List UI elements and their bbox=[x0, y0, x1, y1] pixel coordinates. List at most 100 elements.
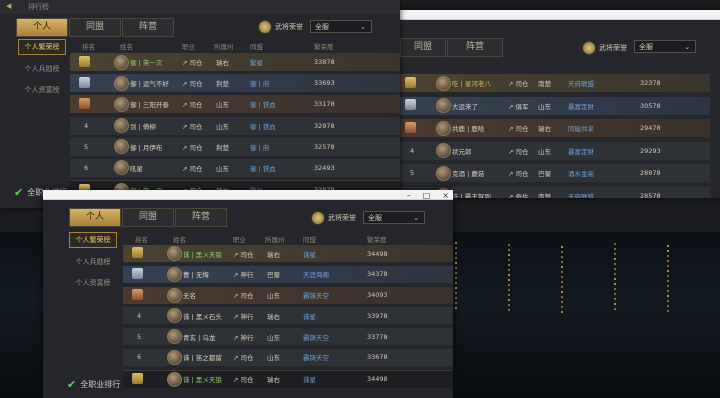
table-row[interactable]: 诛 | 黑メ天狼 ↗ 司仓 瑞右 诛星 34498 bbox=[123, 245, 453, 262]
alliance-cell: 天府联盟 bbox=[568, 80, 594, 88]
tab-alliance[interactable]: 同盟 bbox=[122, 208, 174, 227]
honor-label: 武将荣誉 bbox=[258, 20, 303, 34]
avatar[interactable] bbox=[167, 349, 182, 365]
class-icon: ↗ bbox=[182, 101, 190, 110]
rank-cell: 4 bbox=[137, 311, 142, 320]
rank-cell: 4 bbox=[410, 146, 415, 155]
player-name: 御 | 三阳开泰 bbox=[130, 101, 169, 110]
my-rank-row[interactable]: 诛 | 黑メ天狼 ↗ 司仓 瑞右 诛星 34498 bbox=[123, 369, 453, 388]
state-cell: 山东 bbox=[216, 122, 229, 131]
menu-item-wealth[interactable]: 个人资富榜 bbox=[18, 83, 66, 97]
server-filter-select[interactable]: 全服 ⌄ bbox=[634, 40, 696, 53]
avatar[interactable] bbox=[436, 165, 451, 181]
avatar[interactable] bbox=[167, 266, 182, 282]
rank-badge-icon bbox=[132, 247, 143, 258]
state-cell: 瑞右 bbox=[216, 59, 229, 67]
menu-item-prosperity[interactable]: 个人繁荣榜 bbox=[69, 232, 117, 248]
menu-item-military[interactable]: 个人兵勋榜 bbox=[18, 62, 66, 76]
class-cell: ↗ 俱军 bbox=[508, 101, 529, 111]
table-row[interactable]: 6 诛 | 笛之都留 ↗ 司仓 山东 霸铸天空 33678 bbox=[123, 348, 453, 366]
table-row[interactable]: 御 | 三阳开泰 ↗ 司仓 山东 御 | 铁血 33178 bbox=[70, 95, 400, 114]
class-icon: ↗ bbox=[233, 250, 241, 259]
class-cell: ↗ 司仓 bbox=[508, 123, 529, 133]
avatar[interactable] bbox=[436, 143, 451, 158]
avatar[interactable] bbox=[167, 371, 182, 387]
alliance-cell: 霸铸天空 bbox=[303, 333, 329, 342]
window-titlebar bbox=[400, 10, 720, 20]
state-cell: 山东 bbox=[538, 102, 551, 111]
rank-badge-icon bbox=[405, 121, 416, 133]
rank-cell bbox=[79, 97, 90, 111]
class-label: 司仓 bbox=[515, 170, 529, 178]
ranking-window-alliance: 同盟 阵营 武将荣誉 全服 ⌄ 吃 | 星河老八 ↗ 司仓 南楚 天府联盟 32378 大运… bbox=[400, 10, 720, 198]
rank-badge-icon bbox=[79, 76, 90, 88]
prosperity-value: 32493 bbox=[314, 163, 335, 172]
tab-alliance[interactable]: 同盟 bbox=[400, 38, 446, 57]
tab-alliance[interactable]: 同盟 bbox=[69, 18, 121, 37]
rank-cell bbox=[132, 372, 143, 386]
close-icon[interactable]: × bbox=[442, 191, 449, 200]
table-row[interactable]: 4 诛 | 黑メ石头 ↗ 神行 瑞右 诛星 33978 bbox=[123, 307, 453, 325]
avatar[interactable] bbox=[114, 54, 129, 70]
table-row[interactable]: 5 青玄 | 乌龙 ↗ 神行 山东 霸铸天空 33778 bbox=[123, 328, 453, 346]
table-row[interactable]: 御 | 笑一次 ↗ 司仓 瑞右 繁星 33878 bbox=[70, 53, 400, 71]
avatar[interactable] bbox=[114, 96, 129, 112]
table-row[interactable]: 共鹿 | 鹿哈 ↗ 司仓 瑞右 同能共享 29478 bbox=[400, 119, 710, 137]
class-label: 司仓 bbox=[189, 80, 203, 89]
avatar[interactable] bbox=[114, 139, 129, 155]
avatar[interactable] bbox=[167, 287, 182, 303]
ranking-window-personal-top: ◀ 排行榜 个人 同盟 阵营 武将荣誉 全服 ⌄ 个人繁荣榜 个人兵勋榜 个人资富… bbox=[0, 0, 400, 208]
menu-item-prosperity[interactable]: 个人繁荣榜 bbox=[18, 39, 66, 55]
class-cell: ↗ 司仓 bbox=[182, 57, 203, 67]
alliance-cell: 天府联盟 bbox=[568, 192, 594, 199]
tab-personal[interactable]: 个人 bbox=[16, 18, 68, 37]
avatar[interactable] bbox=[167, 246, 182, 261]
avatar[interactable] bbox=[114, 75, 129, 91]
player-name: 剑 | 倚柳 bbox=[130, 122, 156, 131]
tab-faction[interactable]: 阵营 bbox=[122, 18, 174, 37]
tab-faction[interactable]: 阵营 bbox=[447, 38, 503, 57]
class-label: 神行 bbox=[240, 312, 254, 321]
menu-item-military[interactable]: 个人兵勋榜 bbox=[69, 255, 117, 269]
table-row[interactable]: 4 状元郎 ↗ 司仓 山东 暴富定财 29293 bbox=[400, 141, 710, 160]
table-row[interactable]: 5 御 | 月伊布 ↗ 司仓 荆楚 御 | 府 32578 bbox=[70, 137, 400, 156]
all-class-rank-toggle[interactable]: ✔全职业排行 bbox=[67, 378, 120, 391]
minimize-icon[interactable]: – bbox=[407, 191, 411, 200]
honor-label: 武将荣誉 bbox=[311, 211, 356, 225]
column-header-prosperity: 繁荣度 bbox=[367, 236, 387, 244]
rank-cell: 5 bbox=[410, 169, 415, 177]
avatar[interactable] bbox=[436, 120, 451, 136]
rank-badge-icon bbox=[79, 97, 90, 109]
rank-cell: 5 bbox=[137, 332, 142, 341]
chevron-down-icon: ⌄ bbox=[360, 23, 366, 31]
honor-label: 武将荣誉 bbox=[582, 41, 627, 55]
avatar[interactable] bbox=[114, 118, 129, 134]
class-cell: ↗ 神行 bbox=[233, 311, 254, 321]
back-icon[interactable]: ◀ bbox=[6, 2, 11, 10]
table-row[interactable]: 4 剑 | 倚柳 ↗ 司仓 山东 御 | 铁血 32978 bbox=[70, 116, 400, 135]
server-filter-select[interactable]: 全服 ⌄ bbox=[310, 20, 372, 33]
table-row[interactable]: 御 | 运气不好 ↗ 司仓 荆楚 御 | 府 33693 bbox=[70, 74, 400, 93]
server-filter-select[interactable]: 全服 ⌄ bbox=[363, 211, 425, 224]
avatar[interactable] bbox=[114, 160, 129, 176]
maximize-icon[interactable]: □ bbox=[423, 191, 431, 200]
chevron-down-icon: ⌄ bbox=[684, 43, 690, 51]
avatar[interactable] bbox=[436, 75, 451, 91]
table-header: 排名 姓名 职业 所属州 同盟 繁荣度 bbox=[70, 41, 400, 51]
table-row[interactable]: 6 吼星 ↗ 司仓 山东 御 | 铁血 32493 bbox=[70, 158, 400, 177]
state-cell: 南楚 bbox=[538, 80, 551, 88]
table-row[interactable]: 曹 | 无悔 ↗ 神行 巴蜀 天涯海阁 34378 bbox=[123, 265, 453, 283]
menu-item-wealth[interactable]: 个人资富榜 bbox=[69, 276, 117, 290]
alliance-cell: 御 | 府 bbox=[250, 143, 270, 152]
tab-personal[interactable]: 个人 bbox=[69, 208, 121, 227]
table-row[interactable]: 5 克酒 | 蘑菇 ↗ 司仓 巴蜀 酒水金高 28878 bbox=[400, 164, 710, 182]
avatar[interactable] bbox=[167, 308, 182, 324]
avatar[interactable] bbox=[167, 329, 182, 345]
state-cell: 山东 bbox=[216, 101, 229, 110]
tab-faction[interactable]: 阵营 bbox=[175, 208, 227, 227]
table-row[interactable]: 大运来了 ↗ 俱军 山东 暴富定财 30578 bbox=[400, 96, 710, 115]
player-name: 诛 | 黑メ天狼 bbox=[183, 376, 222, 385]
table-row[interactable]: 吃 | 星河老八 ↗ 司仓 南楚 天府联盟 32378 bbox=[400, 74, 710, 92]
avatar[interactable] bbox=[436, 98, 451, 113]
table-row[interactable]: 无名 ↗ 司仓 山东 霸铸天空 34093 bbox=[123, 286, 453, 304]
